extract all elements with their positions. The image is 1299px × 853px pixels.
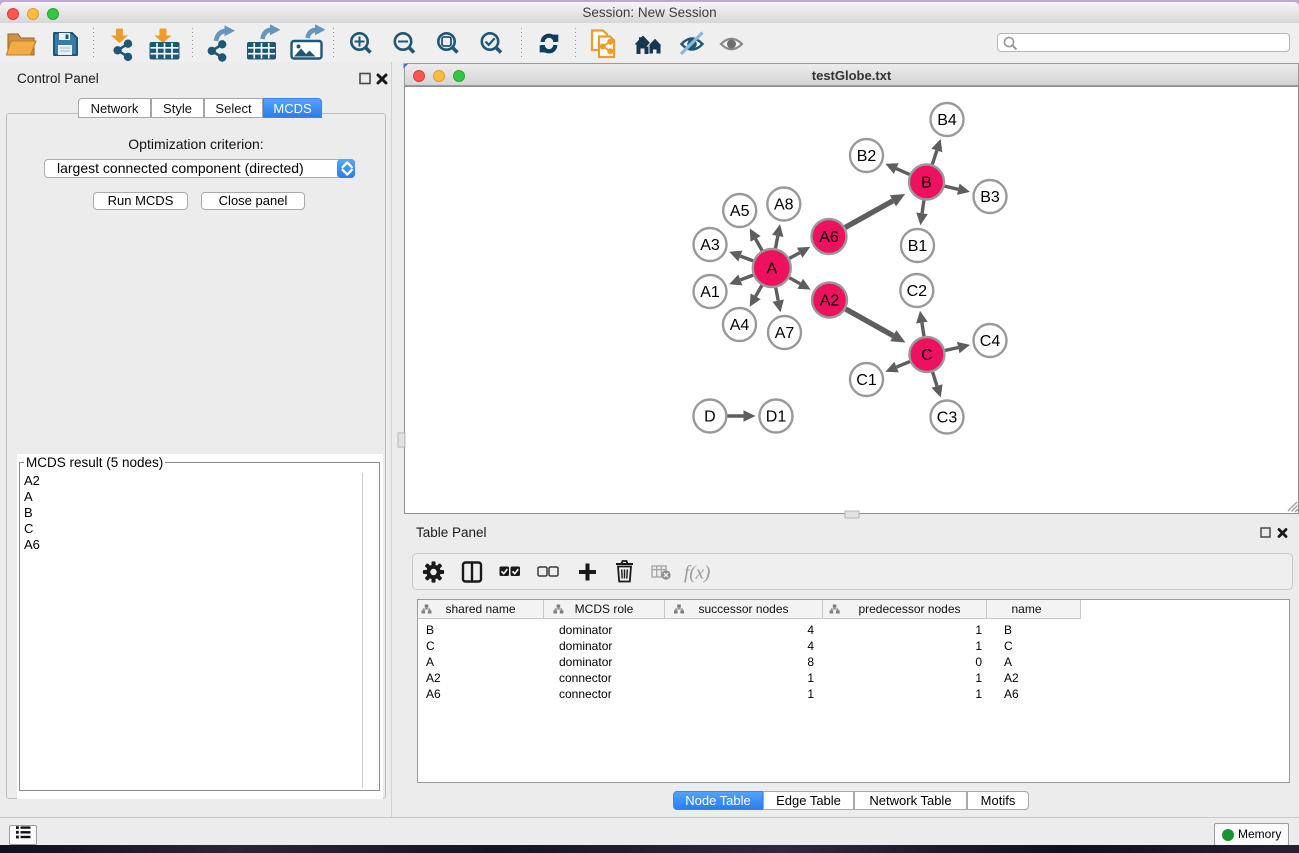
- svg-text:C2: C2: [907, 283, 928, 300]
- svg-text:A4: A4: [730, 317, 750, 334]
- svg-text:A5: A5: [730, 203, 750, 220]
- svg-text:B4: B4: [937, 112, 957, 129]
- svg-text:A2: A2: [820, 293, 840, 310]
- svg-text:A7: A7: [775, 325, 795, 342]
- svg-text:C1: C1: [856, 372, 877, 389]
- svg-text:D: D: [704, 409, 716, 426]
- svg-text:C4: C4: [980, 333, 1001, 350]
- svg-text:B1: B1: [908, 238, 928, 255]
- svg-text:A: A: [766, 261, 777, 278]
- svg-text:B3: B3: [980, 189, 1000, 206]
- svg-text:A3: A3: [700, 237, 720, 254]
- svg-text:C3: C3: [937, 410, 958, 427]
- svg-text:B: B: [921, 175, 932, 192]
- svg-text:D1: D1: [766, 409, 787, 426]
- svg-text:A8: A8: [774, 197, 794, 214]
- svg-text:A1: A1: [700, 284, 720, 301]
- svg-text:C: C: [921, 347, 933, 364]
- svg-text:A6: A6: [819, 229, 839, 246]
- svg-text:B2: B2: [857, 148, 877, 165]
